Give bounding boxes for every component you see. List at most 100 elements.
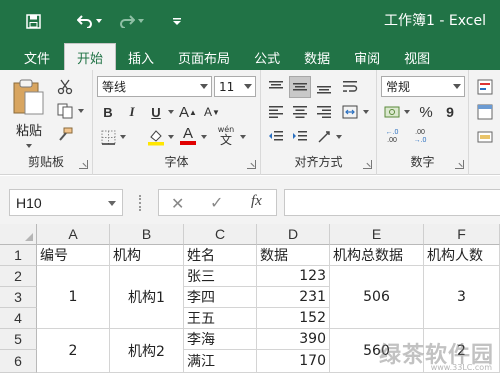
formula-input[interactable] (284, 189, 500, 216)
copy-icon[interactable] (54, 100, 76, 122)
font-color-dropdown-icon[interactable] (201, 135, 207, 139)
cell-d3[interactable]: 231 (257, 287, 330, 308)
paste-button[interactable]: 粘贴 (10, 78, 48, 144)
accounting-dropdown-icon[interactable] (404, 110, 410, 114)
font-launcher-icon[interactable] (247, 160, 256, 169)
cell-d1[interactable]: 数据 (257, 245, 330, 266)
cell-c1[interactable]: 姓名 (184, 245, 257, 266)
enter-icon[interactable]: ✓ (210, 193, 223, 212)
orientation-dropdown-icon[interactable] (336, 135, 342, 139)
bold-button[interactable]: B (97, 101, 119, 123)
increase-indent-icon[interactable] (289, 126, 311, 148)
cell-a2-merged[interactable]: 1 (37, 266, 110, 329)
decrease-decimal-button[interactable]: .00 →.0 (409, 126, 431, 148)
fill-color-icon[interactable] (145, 126, 167, 148)
cell-a5-merged[interactable]: 2 (37, 329, 110, 373)
top-align-icon[interactable] (265, 76, 287, 98)
column-header-c[interactable]: C (184, 224, 257, 245)
align-right-icon[interactable] (313, 101, 335, 123)
shrink-font-button[interactable]: A ▼ (201, 101, 223, 123)
number-format-select[interactable]: 常规 (381, 76, 465, 97)
accounting-format-icon[interactable] (381, 101, 403, 123)
row-header-6[interactable]: 6 (0, 350, 37, 373)
insert-function-icon[interactable]: fx (251, 193, 262, 210)
alignment-launcher-icon[interactable] (363, 160, 372, 169)
cell-d2[interactable]: 123 (257, 266, 330, 287)
cell-c2[interactable]: 张三 (184, 266, 257, 287)
undo-dropdown-icon[interactable] (96, 19, 102, 23)
format-as-table-icon[interactable] (474, 101, 496, 123)
cell-e2-merged[interactable]: 506 (330, 266, 424, 329)
tab-file[interactable]: 文件 (12, 44, 62, 70)
tab-home[interactable]: 开始 (64, 43, 117, 70)
cell-f2-merged[interactable]: 3 (424, 266, 500, 329)
customize-qat-icon[interactable] (162, 6, 192, 36)
align-left-icon[interactable] (265, 101, 287, 123)
row-header-4[interactable]: 4 (0, 308, 37, 329)
cancel-icon[interactable]: ✕ (171, 194, 184, 213)
cell-c6[interactable]: 满江 (184, 350, 257, 373)
phonetic-dropdown-icon[interactable] (240, 135, 246, 139)
redo-dropdown-icon[interactable] (138, 19, 144, 23)
borders-icon[interactable] (97, 126, 119, 148)
select-all-corner[interactable] (0, 224, 37, 245)
fill-color-dropdown-icon[interactable] (168, 135, 174, 139)
row-header-5[interactable]: 5 (0, 329, 37, 350)
font-name-select[interactable]: 等线 (97, 76, 212, 97)
bottom-align-icon[interactable] (313, 76, 335, 98)
cut-icon[interactable] (54, 76, 76, 98)
tab-page-layout[interactable]: 页面布局 (166, 44, 242, 70)
italic-button[interactable]: I (121, 101, 143, 123)
column-header-d[interactable]: D (257, 224, 330, 245)
cell-d4[interactable]: 152 (257, 308, 330, 329)
copy-dropdown-icon[interactable] (78, 109, 84, 113)
middle-align-icon[interactable] (289, 76, 311, 98)
row-header-1[interactable]: 1 (0, 245, 37, 266)
row-header-2[interactable]: 2 (0, 266, 37, 287)
orientation-icon[interactable] (313, 126, 335, 148)
cell-b5-merged[interactable]: 机构2 (110, 329, 184, 373)
conditional-format-icon[interactable] (474, 76, 496, 98)
wrap-text-icon[interactable] (339, 76, 361, 98)
font-size-select[interactable]: 11 (214, 76, 256, 97)
underline-dropdown-icon[interactable] (168, 110, 174, 114)
merge-dropdown-icon[interactable] (363, 110, 369, 114)
cell-styles-icon[interactable] (474, 126, 496, 148)
borders-dropdown-icon[interactable] (120, 135, 126, 139)
cell-c5[interactable]: 李海 (184, 329, 257, 350)
cell-b1[interactable]: 机构 (110, 245, 184, 266)
save-icon[interactable] (18, 6, 48, 36)
font-color-button[interactable]: A (177, 124, 199, 146)
row-header-3[interactable]: 3 (0, 287, 37, 308)
decrease-indent-icon[interactable] (265, 126, 287, 148)
percent-style-button[interactable]: % (415, 101, 437, 123)
cell-c3[interactable]: 李四 (184, 287, 257, 308)
tab-view[interactable]: 视图 (392, 44, 442, 70)
cell-b2-merged[interactable]: 机构1 (110, 266, 184, 329)
increase-decimal-button[interactable]: ←.0.00 (381, 126, 403, 148)
column-header-b[interactable]: B (110, 224, 184, 245)
cell-a1[interactable]: 编号 (37, 245, 110, 266)
cell-d6[interactable]: 170 (257, 350, 330, 373)
grow-font-button[interactable]: A ▲ (177, 101, 199, 123)
tab-data[interactable]: 数据 (292, 44, 342, 70)
phonetic-guide-button[interactable]: wén 文 (215, 124, 237, 146)
name-box[interactable]: H10 (9, 189, 123, 216)
clipboard-launcher-icon[interactable] (79, 160, 88, 169)
cell-e1[interactable]: 机构总数据 (330, 245, 424, 266)
cell-c4[interactable]: 王五 (184, 308, 257, 329)
formula-bar-splitter[interactable] (139, 195, 142, 211)
tab-insert[interactable]: 插入 (116, 44, 166, 70)
paste-dropdown-icon[interactable] (26, 144, 32, 148)
comma-style-button[interactable]: 9 (439, 101, 461, 123)
column-header-e[interactable]: E (330, 224, 424, 245)
cell-f1[interactable]: 机构人数 (424, 245, 500, 266)
column-header-a[interactable]: A (37, 224, 110, 245)
underline-button[interactable]: U (145, 101, 167, 123)
tab-review[interactable]: 审阅 (342, 44, 392, 70)
column-header-f[interactable]: F (424, 224, 500, 245)
align-center-icon[interactable] (289, 101, 311, 123)
format-painter-icon[interactable] (54, 124, 76, 146)
cell-d5[interactable]: 390 (257, 329, 330, 350)
number-launcher-icon[interactable] (455, 160, 464, 169)
